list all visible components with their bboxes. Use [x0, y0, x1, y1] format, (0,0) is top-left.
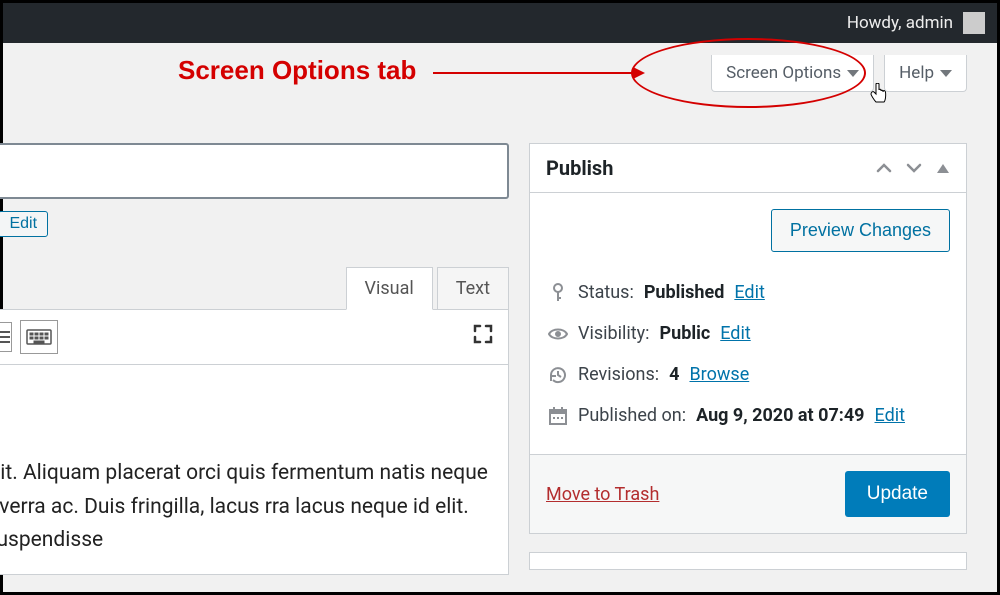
published-label: Published on: [578, 405, 686, 426]
side-column: Publish Preview Changes Status: Publishe… [529, 103, 967, 592]
key-icon [548, 283, 568, 303]
tab-visual[interactable]: Visual [346, 267, 433, 310]
columns: / Edit Visual Text elit. [3, 103, 997, 592]
move-down-icon[interactable] [906, 159, 922, 178]
next-postbox [529, 552, 967, 570]
avatar[interactable] [963, 12, 985, 34]
status-edit-link[interactable]: Edit [734, 282, 764, 303]
help-tab[interactable]: Help [884, 55, 967, 92]
published-edit-link[interactable]: Edit [875, 405, 905, 426]
status-row: Status: Published Edit [548, 272, 948, 313]
visibility-value: Public [660, 323, 711, 344]
editor-tabs: Visual Text [0, 267, 509, 310]
status-value: Published [644, 282, 725, 303]
history-icon [548, 365, 568, 385]
admin-greeting[interactable]: Howdy, admin [847, 13, 953, 33]
move-up-icon[interactable] [876, 159, 892, 178]
keyboard-icon[interactable] [20, 320, 58, 354]
chevron-down-icon [940, 70, 952, 77]
permalink-row: / Edit [0, 211, 509, 237]
visibility-label: Visibility: [578, 323, 650, 344]
annotation-label: Screen Options tab [178, 55, 416, 86]
revisions-value: 4 [669, 364, 679, 385]
revisions-row: Revisions: 4 Browse [548, 354, 948, 395]
published-row: Published on: Aug 9, 2020 at 07:49 Edit [548, 395, 948, 436]
admin-bar: Howdy, admin [3, 3, 997, 43]
publish-box: Publish Preview Changes Status: Publishe… [529, 143, 967, 534]
post-title-input[interactable] [0, 143, 509, 199]
main-column: / Edit Visual Text elit. [0, 103, 509, 592]
edit-permalink-button[interactable]: Edit [0, 211, 48, 237]
screen-options-tab[interactable]: Screen Options [711, 55, 874, 92]
calendar-icon [548, 406, 568, 426]
toolbar-partial-icon[interactable] [0, 322, 12, 352]
status-label: Status: [578, 282, 634, 303]
publish-header[interactable]: Publish [530, 144, 966, 193]
editor-toolbar [0, 309, 509, 365]
tab-text[interactable]: Text [437, 267, 509, 310]
publish-actions: Move to Trash Update [530, 454, 966, 533]
visibility-edit-link[interactable]: Edit [720, 323, 750, 344]
screen-options-label: Screen Options [726, 63, 841, 83]
revisions-label: Revisions: [578, 364, 659, 385]
publish-misc: Status: Published Edit Visibility: Publi… [530, 268, 966, 454]
help-label: Help [899, 63, 934, 83]
visibility-row: Visibility: Public Edit [548, 313, 948, 354]
editor-body[interactable]: elit. Aliquam placerat orci quis ferment… [0, 365, 509, 575]
annotation-arrow [433, 72, 643, 74]
preview-changes-button[interactable]: Preview Changes [771, 209, 950, 252]
revisions-browse-link[interactable]: Browse [689, 364, 749, 385]
publish-title: Publish [546, 156, 613, 180]
move-to-trash-link[interactable]: Move to Trash [546, 484, 659, 505]
toggle-icon[interactable] [936, 159, 950, 178]
fullscreen-icon[interactable] [472, 323, 494, 351]
update-button[interactable]: Update [845, 471, 950, 517]
chevron-down-icon [847, 70, 859, 77]
published-value: Aug 9, 2020 at 07:49 [696, 405, 864, 426]
eye-icon [548, 324, 568, 344]
